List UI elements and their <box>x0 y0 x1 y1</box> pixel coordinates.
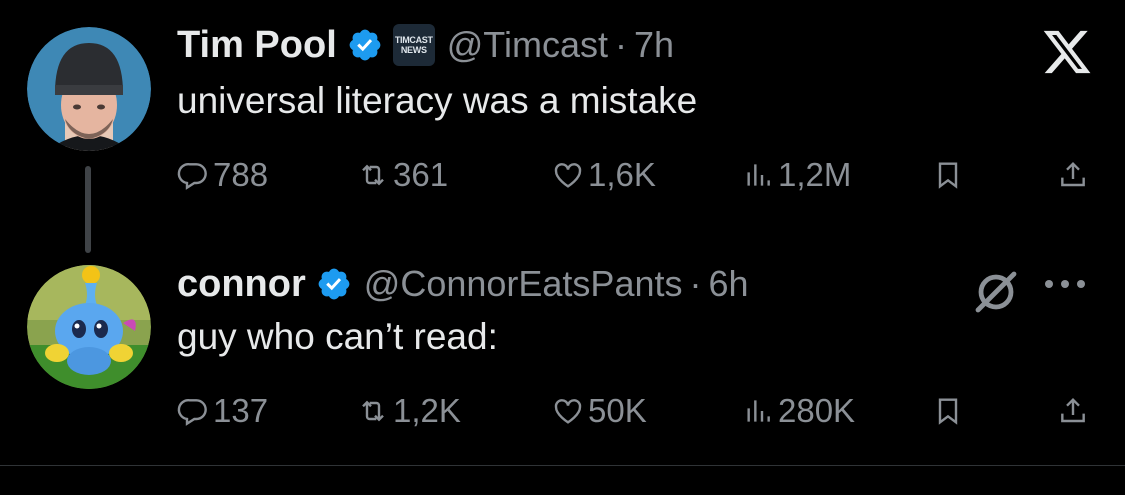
like-button[interactable]: 50K <box>552 388 647 434</box>
tweet-text: guy who can’t read: <box>177 316 498 357</box>
repost-button[interactable]: 361 <box>357 152 448 198</box>
repost-count: 361 <box>393 156 449 193</box>
like-icon <box>554 399 582 424</box>
tweet-header: Tim Pool TIMCAST NEWS @Timcast · 7h <box>177 20 674 70</box>
verified-icon <box>318 268 350 300</box>
tweet-1[interactable]: Tim Pool TIMCAST NEWS @Timcast · 7h univ… <box>0 0 1125 253</box>
repost-count: 1,2K <box>393 392 461 429</box>
reply-icon <box>177 163 207 190</box>
bookmark-button[interactable] <box>932 152 968 198</box>
tweet-2[interactable]: connor @ConnorEatsPants · 6h guy who can… <box>0 240 1125 465</box>
like-count: 50K <box>588 392 647 429</box>
repost-button[interactable]: 1,2K <box>357 388 461 434</box>
more-icon[interactable] <box>1040 274 1090 294</box>
views-icon <box>747 400 770 422</box>
verified-icon <box>349 29 381 61</box>
tweet-actions: 137 1,2K 50K 280K <box>177 388 1097 434</box>
share-button[interactable] <box>1057 152 1093 198</box>
share-button[interactable] <box>1057 388 1093 434</box>
repost-icon <box>362 400 384 422</box>
grok-icon[interactable] <box>972 268 1020 316</box>
like-button[interactable]: 1,6K <box>552 152 656 198</box>
affiliate-badge[interactable]: TIMCAST NEWS <box>392 24 435 66</box>
reply-count: 788 <box>213 156 269 193</box>
share-icon <box>1061 397 1085 423</box>
reply-icon <box>177 399 207 426</box>
repost-icon <box>362 164 384 186</box>
views-count: 280K <box>778 392 856 429</box>
share-icon <box>1061 161 1085 187</box>
author-handle[interactable]: @Timcast <box>447 24 608 66</box>
separator-dot: · <box>614 24 627 65</box>
author-name[interactable]: Tim Pool <box>177 24 337 67</box>
bookmark-button[interactable] <box>932 388 968 434</box>
views-count: 1,2M <box>778 156 852 193</box>
tweet-actions: 788 361 1,6K 1,2M <box>177 152 1097 198</box>
x-logo-icon[interactable] <box>1039 26 1095 78</box>
tweet-header: connor @ConnorEatsPants · 6h <box>177 259 749 309</box>
tweet-text: universal literacy was a mistake <box>177 80 698 121</box>
avatar-connor[interactable] <box>27 265 151 389</box>
bookmark-icon <box>938 398 958 425</box>
badge-line-1: TIMCAST <box>394 35 433 45</box>
avatar-tim-pool[interactable] <box>27 27 151 151</box>
reply-count: 137 <box>213 392 269 429</box>
bottom-divider <box>0 465 1125 466</box>
reply-button[interactable]: 788 <box>177 152 268 198</box>
views-icon <box>747 164 770 186</box>
views-button[interactable]: 280K <box>742 388 855 434</box>
bookmark-icon <box>938 162 958 189</box>
timestamp[interactable]: 6h <box>709 263 749 305</box>
author-handle[interactable]: @ConnorEatsPants <box>364 263 683 305</box>
author-name[interactable]: connor <box>177 263 306 306</box>
like-count: 1,6K <box>588 156 656 193</box>
timestamp[interactable]: 7h <box>634 24 674 66</box>
like-icon <box>554 163 582 188</box>
views-button[interactable]: 1,2M <box>742 152 851 198</box>
separator-dot: · <box>689 263 702 304</box>
reply-button[interactable]: 137 <box>177 388 268 434</box>
badge-line-2: NEWS <box>400 45 427 55</box>
